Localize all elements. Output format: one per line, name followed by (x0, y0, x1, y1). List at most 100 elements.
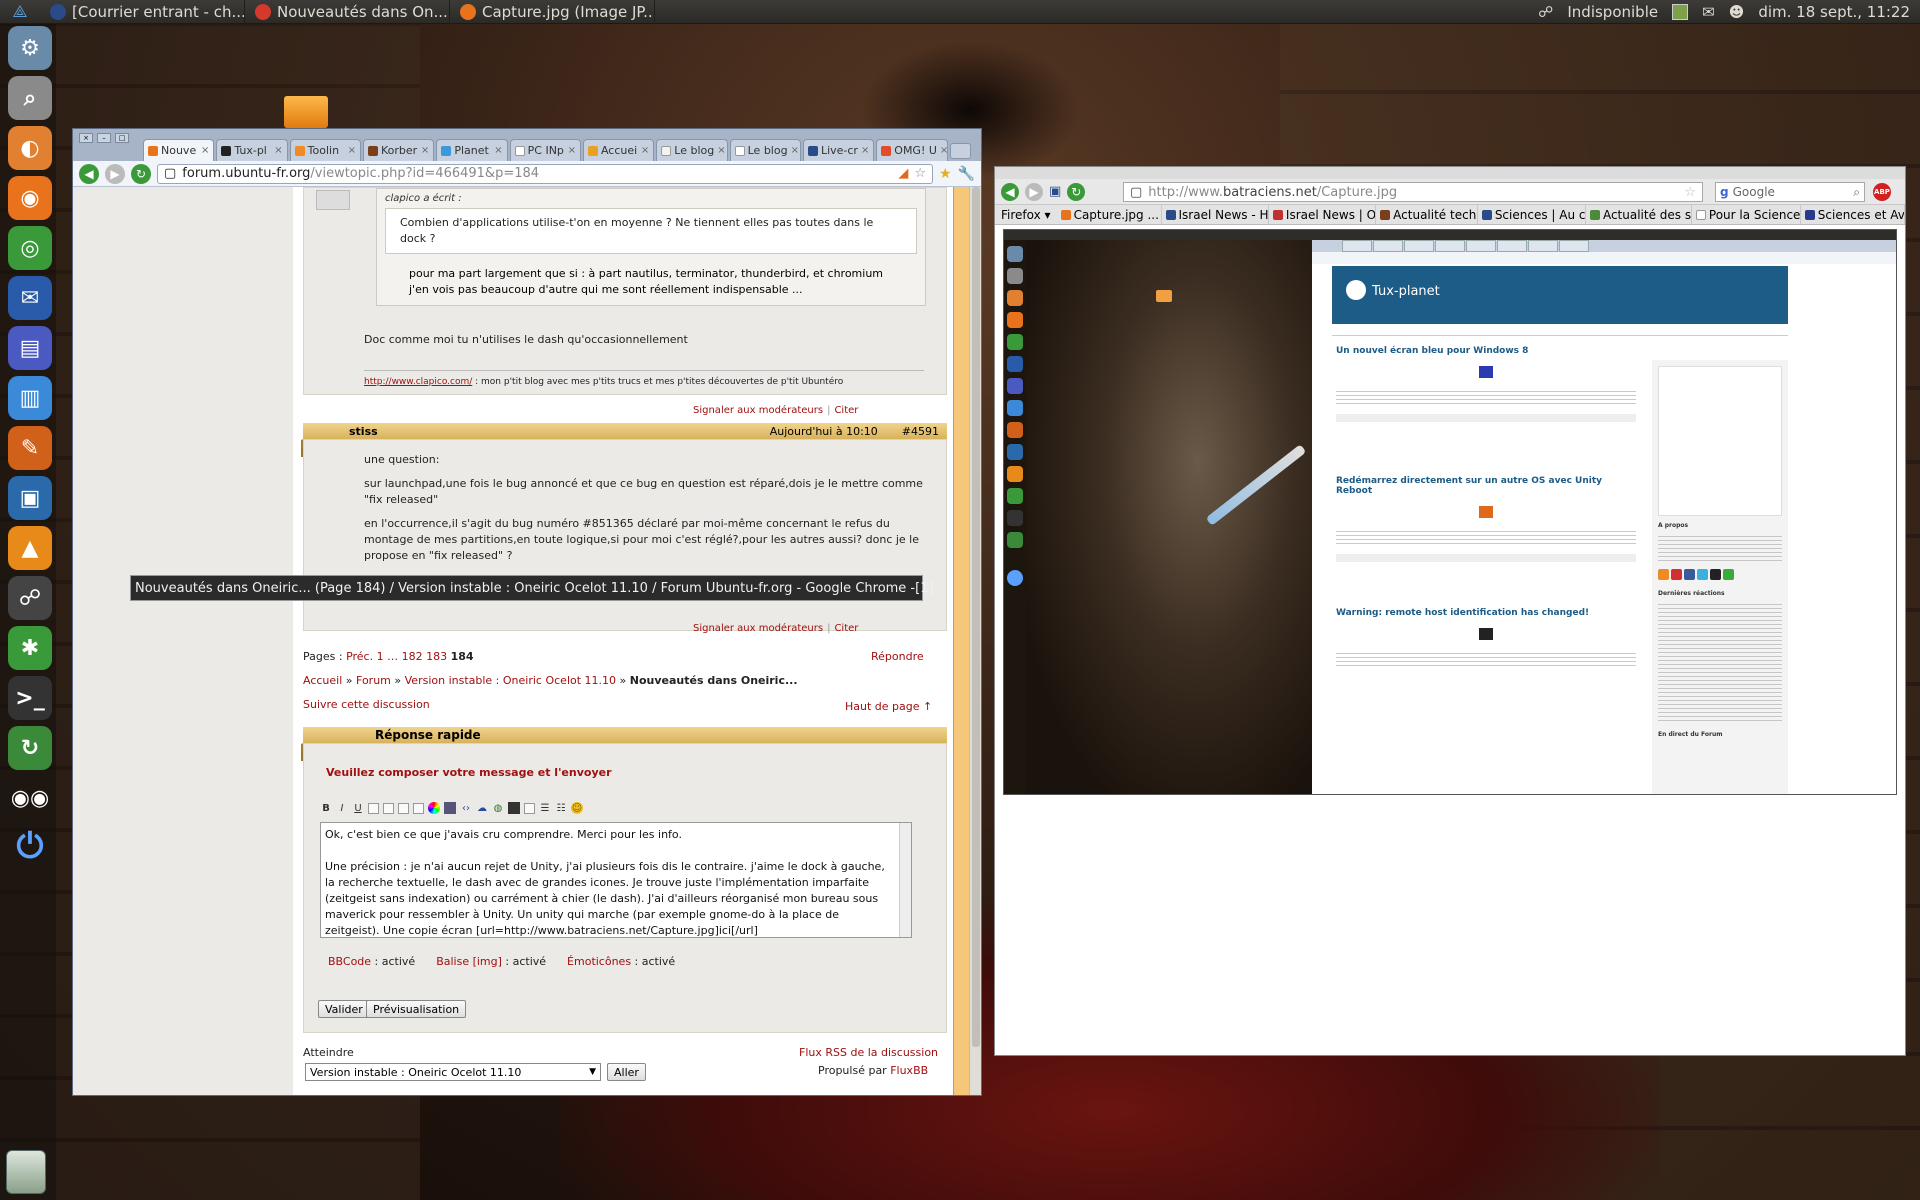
close-icon[interactable]: × (79, 133, 93, 143)
media-icon[interactable]: ▣ (8, 476, 52, 520)
message-textarea[interactable]: Ok, c'est bien ce que j'avais cru compre… (320, 822, 912, 938)
tab-5[interactable]: Sciences | Au c... (1478, 205, 1586, 224)
ubuntu-logo-icon[interactable]: ⟁ (0, 2, 40, 22)
ordered-list-icon[interactable]: ☷ (555, 802, 567, 814)
align-center-icon[interactable] (383, 802, 394, 814)
tab-1[interactable]: Nouve × (143, 139, 215, 161)
tab-2[interactable]: Tux-pl × (216, 139, 288, 161)
post-date[interactable]: Aujourd'hui à 10:10 (770, 425, 878, 438)
tab-close-icon[interactable]: × (791, 145, 799, 156)
report-link[interactable]: Signaler aux modérateurs (693, 405, 823, 416)
search-icon[interactable]: ⌕ (1853, 185, 1860, 200)
tab-close-icon[interactable]: × (421, 145, 429, 156)
taskbar-item-thunderbird[interactable]: [Courrier entrant - ch... (40, 0, 245, 24)
tab-7[interactable]: Accuei × (582, 139, 655, 161)
page-link[interactable]: 1 (377, 650, 384, 663)
clock[interactable]: dim. 18 sept., 11:22 (1758, 3, 1910, 21)
reload-button[interactable]: ↻ (1067, 182, 1086, 201)
page-link[interactable]: 183 (426, 650, 447, 663)
tab-4[interactable]: Korber × (362, 139, 435, 161)
video-icon[interactable] (508, 802, 520, 814)
submit-button[interactable]: Valider (318, 1000, 370, 1018)
color-icon[interactable] (428, 802, 440, 814)
indicator-icon[interactable] (1672, 3, 1689, 20)
reload-button[interactable]: ↻ (131, 163, 151, 184)
power-icon[interactable]: ⏻ (8, 824, 52, 868)
vlc-icon[interactable]: ▲ (8, 526, 52, 570)
gimp-icon[interactable]: ✎ (8, 426, 52, 470)
tab-close-icon[interactable]: × (861, 145, 869, 156)
list-icon[interactable]: ☰ (539, 802, 551, 814)
breadcrumb-section[interactable]: Version instable : Oneiric Ocelot 11.10 (405, 674, 616, 687)
link-icon[interactable]: ◍ (492, 802, 504, 814)
page-scrollbar[interactable] (969, 187, 981, 1095)
tab-close-icon[interactable]: × (940, 145, 947, 156)
tab-7[interactable]: Pour la Science... (1692, 205, 1801, 224)
back-button[interactable]: ◀ (79, 163, 99, 184)
maximize-icon[interactable]: □ (115, 133, 129, 143)
messaging-icon[interactable]: ✉ (1702, 3, 1715, 21)
tab-close-icon[interactable]: × (494, 145, 502, 156)
tab-close-icon[interactable]: × (568, 145, 576, 156)
back-button[interactable]: ◀ (1001, 182, 1019, 201)
terminal-icon[interactable]: >_ (8, 676, 52, 720)
report-link[interactable]: Signaler aux modérateurs (693, 623, 823, 634)
scrollbar-thumb[interactable] (972, 187, 980, 1047)
quote-icon[interactable]: ☁ (476, 802, 488, 814)
post-author[interactable]: stiss (349, 425, 378, 438)
shell-icon[interactable]: ◐ (8, 126, 52, 170)
bbcode-link[interactable]: BBCode (328, 955, 371, 968)
image-icon[interactable] (444, 802, 456, 814)
breadcrumb-forum[interactable]: Forum (356, 674, 391, 687)
rss-topic-link[interactable]: Flux RSS de la discussion (799, 1045, 938, 1061)
tab-close-icon[interactable]: × (201, 145, 209, 156)
tab-close-icon[interactable]: × (274, 145, 282, 156)
update-icon[interactable]: ↻ (8, 726, 52, 770)
trash-icon[interactable] (6, 1150, 46, 1194)
underline-icon[interactable]: U (352, 802, 364, 814)
search-box[interactable]: g Google ⌕ (1715, 182, 1865, 202)
back-to-top-link[interactable]: Haut de page ↑ (845, 699, 932, 715)
office-icon[interactable]: ▤ (8, 326, 52, 370)
tab-1[interactable]: Capture.jpg ...× (1057, 205, 1162, 224)
tab-6[interactable]: PC INp × (509, 139, 581, 161)
status-icon[interactable]: ☍ (1538, 3, 1553, 21)
tab-8[interactable]: Le blog × (656, 139, 728, 161)
eyes-icon[interactable]: ◉◉ (8, 776, 52, 820)
post-number[interactable]: #4591 (902, 425, 939, 438)
wrench-icon[interactable]: 🔧 (958, 166, 975, 182)
taskbar-item-firefox[interactable]: Capture.jpg (Image JP... (450, 0, 655, 24)
adblock-icon[interactable]: ABP (1873, 183, 1891, 201)
forward-button[interactable]: ▶ (1025, 182, 1043, 201)
follow-topic-link[interactable]: Suivre cette discussion (303, 697, 430, 713)
signature-link[interactable]: http://www.clapico.com/ (364, 377, 472, 387)
user-avatar-icon[interactable]: ☻ (1729, 3, 1745, 21)
tab-5[interactable]: Planet × (436, 139, 508, 161)
smiley-icon[interactable]: ☺ (571, 802, 583, 814)
user-status[interactable]: Indisponible (1567, 3, 1658, 21)
fluxbb-link[interactable]: FluxBB (890, 1064, 928, 1077)
address-bar[interactable]: ▢ http://www.batraciens.net/Capture.jpg … (1123, 182, 1703, 202)
desktop-folder-icon[interactable] (284, 96, 328, 128)
rss-icon[interactable]: ◢ (898, 166, 908, 181)
system-icon[interactable]: ⚙ (8, 26, 52, 70)
table-icon[interactable] (524, 802, 535, 814)
bold-icon[interactable]: B (320, 802, 332, 814)
address-bar[interactable]: ▢ forum.ubuntu-fr.org/viewtopic.php?id=4… (157, 163, 933, 184)
tab-9[interactable]: Le blog × (729, 139, 801, 161)
search-icon[interactable]: ⌕ (8, 76, 52, 120)
align-left-icon[interactable] (368, 802, 379, 814)
bookmark-star-icon[interactable]: ☆ (914, 166, 926, 181)
tab-2[interactable]: Israel News - H... (1162, 205, 1269, 224)
quote-link[interactable]: Citer (834, 623, 858, 634)
tab-10[interactable]: Live-cr × (802, 139, 875, 161)
tab-close-icon[interactable]: × (717, 145, 725, 156)
forum-jump-select[interactable]: Version instable : Oneiric Ocelot 11.10 ▼ (305, 1063, 601, 1081)
code-icon[interactable]: ‹› (460, 802, 472, 814)
tab-6[interactable]: Actualité des s... (1586, 205, 1692, 224)
go-button[interactable]: Aller (607, 1063, 646, 1081)
chrome-icon[interactable]: ◎ (8, 226, 52, 270)
align-right-icon[interactable] (398, 802, 409, 814)
prev-page-link[interactable]: Préc. (346, 650, 373, 663)
writer-icon[interactable]: ▥ (8, 376, 52, 420)
